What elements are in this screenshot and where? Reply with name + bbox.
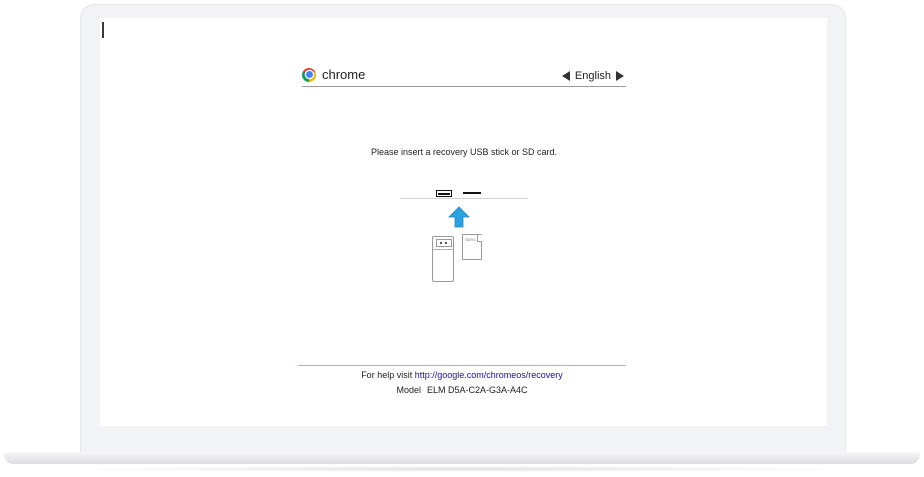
model-value: ELM D5A-C2A-G3A-A4C (426, 385, 528, 395)
help-prefix: For help visit (361, 370, 413, 380)
usb-plug (436, 239, 452, 247)
cursor-mark (102, 22, 104, 38)
model-info: Model ELM D5A-C2A-G3A-A4C (298, 385, 626, 395)
sd-card-notch (477, 235, 482, 242)
help-text: For help visit http://google.com/chromeo… (298, 370, 626, 380)
laptop-base (4, 452, 920, 464)
language-selector[interactable]: English (561, 70, 624, 82)
footer-divider (298, 365, 626, 366)
chrome-logo-icon (302, 67, 316, 82)
chrome-brand: chrome (302, 67, 365, 82)
language-next-icon[interactable] (616, 71, 624, 81)
usb-stick-divider (433, 249, 453, 250)
usb-stick-icon (432, 236, 454, 282)
sd-card-label: SDHC (465, 237, 477, 242)
laptop-shadow (60, 466, 860, 472)
recovery-prompt: Please insert a recovery USB stick or SD… (370, 147, 558, 157)
ports-divider (400, 198, 528, 199)
recovery-header: chrome English (302, 66, 626, 87)
language-label: English (574, 70, 611, 82)
insert-arrow-icon (448, 206, 470, 228)
language-prev-icon[interactable] (561, 71, 570, 81)
usb-port-icon (436, 190, 452, 197)
model-label: Model (396, 385, 421, 395)
brand-text: chrome (322, 67, 366, 82)
sd-card-icon: SDHC (462, 234, 482, 260)
help-link[interactable]: http://google.com/chromeos/recovery (415, 370, 563, 380)
sd-slot-icon (463, 192, 481, 194)
